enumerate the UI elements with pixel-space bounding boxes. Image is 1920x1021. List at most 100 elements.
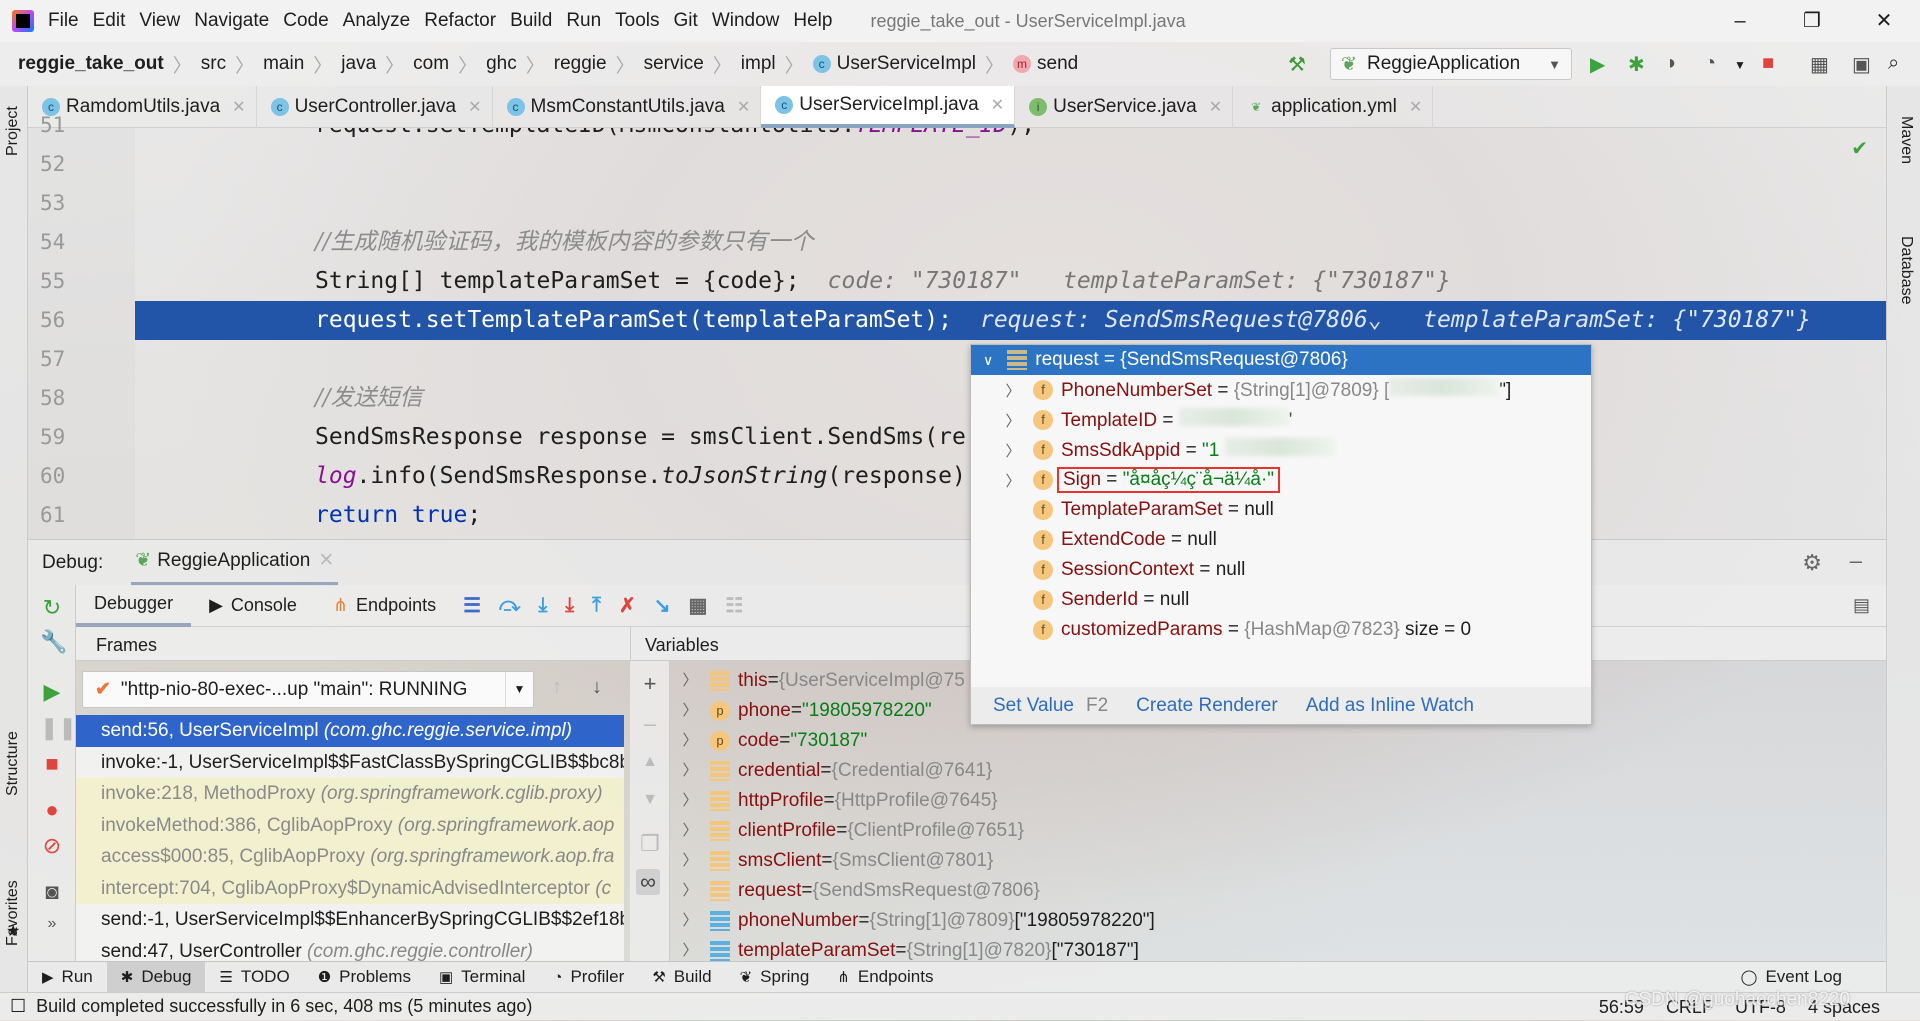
stack-frame[interactable]: send:47, UserController (com.ghc.reggie.… xyxy=(76,935,624,961)
maven-tool-button[interactable]: Maven xyxy=(1897,116,1915,164)
profiler-icon[interactable]: ◔ xyxy=(1704,52,1716,75)
project-structure-icon[interactable]: ▦ xyxy=(1810,52,1829,77)
add-inline-watch-link[interactable]: Add as Inline Watch xyxy=(1306,695,1474,717)
force-step-into-icon[interactable]: ⤓ xyxy=(565,594,574,617)
menu-refactor[interactable]: Refactor xyxy=(424,10,496,32)
popup-field-row[interactable]: 〉 f PhoneNumberSet = {String[1]@7809} ["] xyxy=(971,375,1591,405)
layout-icon[interactable]: ☰ xyxy=(463,593,481,618)
breadcrumb-item[interactable]: ghc xyxy=(486,53,517,75)
tool-window-todo[interactable]: ☰ TODO xyxy=(205,962,303,993)
popup-field-row[interactable]: 〉 f SmsSdkAppid = "1 xyxy=(971,435,1591,465)
move-up-icon[interactable]: ▲ xyxy=(638,753,662,771)
variable-row[interactable]: 〉 templateParamSet = {String[1]@7820} ["7… xyxy=(670,936,1886,961)
editor-tab[interactable]: c UserServiceImpl.java ✕ xyxy=(761,86,1016,128)
tool-window-profiler[interactable]: ◔ Profiler xyxy=(539,962,638,993)
menu-help[interactable]: Help xyxy=(793,10,832,32)
coverage-icon[interactable]: ◗ xyxy=(1666,52,1678,75)
variable-row[interactable]: 〉 request = {SendSmsRequest@7806} xyxy=(670,876,1886,906)
stack-frame[interactable]: invokeMethod:386, CglibAopProxy (org.spr… xyxy=(76,809,624,841)
evaluate-expression-icon[interactable]: ▦ xyxy=(689,593,708,618)
close-tab-icon[interactable]: ✕ xyxy=(1409,97,1422,117)
tool-window-terminal[interactable]: ▣ Terminal xyxy=(425,962,539,993)
breadcrumb-item[interactable]: reggie_take_out xyxy=(18,53,164,75)
restore-button[interactable]: ❐ xyxy=(1776,0,1848,42)
stop-icon[interactable]: ■ xyxy=(1762,52,1774,75)
structure-tool-button[interactable]: Structure xyxy=(4,731,22,796)
move-down-icon[interactable]: ▼ xyxy=(638,791,662,809)
menu-run[interactable]: Run xyxy=(566,10,601,32)
variable-row[interactable]: 〉 smsClient = {SmsClient@7801} xyxy=(670,846,1886,876)
breadcrumb-item[interactable]: impl xyxy=(741,53,776,75)
popup-field-row[interactable]: f SessionContext = null xyxy=(971,555,1591,585)
chevron-right-icon[interactable]: 〉 xyxy=(670,846,710,876)
stack-frame[interactable]: invoke:218, MethodProxy (org.springframe… xyxy=(76,778,624,810)
tab-console[interactable]: ▶ Console xyxy=(191,585,315,627)
breadcrumb-item[interactable]: src xyxy=(201,53,226,75)
menu-tools[interactable]: Tools xyxy=(615,10,659,32)
breadcrumb-item[interactable]: UserServiceImpl xyxy=(837,53,976,75)
chevron-right-icon[interactable]: 〉 xyxy=(1001,410,1025,431)
more-icon[interactable]: » xyxy=(40,915,64,933)
trace-icon[interactable]: ☷ xyxy=(725,593,743,618)
editor-tab[interactable]: c UserController.java ✕ xyxy=(257,86,493,128)
run-icon[interactable]: ▶ xyxy=(1590,52,1605,77)
run-config-select[interactable]: ❦ ReggieApplication ▼ xyxy=(1330,48,1572,80)
stop-icon[interactable]: ■ xyxy=(40,751,64,777)
breadcrumb-item[interactable]: main xyxy=(263,53,304,75)
menu-edit[interactable]: Edit xyxy=(93,10,126,32)
editor-tab[interactable]: ❦ application.yml ✕ xyxy=(1233,86,1434,128)
camera-icon[interactable]: ◙ xyxy=(40,879,64,905)
breadcrumb-item[interactable]: reggie xyxy=(554,53,607,75)
layout-settings-icon[interactable]: ▤ xyxy=(1853,595,1870,616)
popup-field-row[interactable]: f SenderId = null xyxy=(971,585,1591,615)
variable-row[interactable]: 〉 phoneNumber = {String[1]@7809} ["198059… xyxy=(670,906,1886,936)
minimize-panel-icon[interactable]: – xyxy=(1850,548,1862,574)
previous-frame-icon[interactable]: ↑ xyxy=(552,676,562,699)
chevron-right-icon[interactable]: 〉 xyxy=(670,876,710,906)
breadcrumb-item[interactable]: service xyxy=(644,53,704,75)
show-execution-point-icon[interactable]: ⤼ xyxy=(499,594,520,617)
menu-window[interactable]: Window xyxy=(712,10,780,32)
set-value-link[interactable]: Set Value xyxy=(993,695,1074,717)
show-watches-glasses-icon[interactable]: ∞ xyxy=(636,869,660,895)
menu-code[interactable]: Code xyxy=(283,10,328,32)
chevron-right-icon[interactable]: 〉 xyxy=(670,726,710,756)
variable-row[interactable]: 〉 credential = {Credential@7641} xyxy=(670,756,1886,786)
copy-icon[interactable]: ❐ xyxy=(638,831,662,857)
resume-icon[interactable]: ▶ xyxy=(40,679,64,705)
search-icon[interactable]: ⌕ xyxy=(1888,52,1899,75)
gear-icon[interactable]: ⚙ xyxy=(1802,550,1822,576)
popup-field-row[interactable]: f customizedParams = {HashMap@7823} size … xyxy=(971,615,1591,645)
project-tool-button[interactable]: Project xyxy=(4,106,22,156)
close-window-button[interactable]: ✕ xyxy=(1848,0,1920,42)
tool-window-spring[interactable]: ❦ Spring xyxy=(726,962,824,993)
editor-tab[interactable]: i UserService.java ✕ xyxy=(1015,86,1234,128)
chevron-right-icon[interactable]: 〉 xyxy=(670,906,710,936)
view-breakpoints-icon[interactable]: ● xyxy=(40,797,64,823)
stack-frame[interactable]: intercept:704, CglibAopProxy$DynamicAdvi… xyxy=(76,872,624,904)
popup-field-row[interactable]: 〉 f TemplateID = ' xyxy=(971,405,1591,435)
debug-bug-icon[interactable]: ✱ xyxy=(1628,52,1645,77)
chevron-right-icon[interactable]: 〉 xyxy=(1001,440,1025,461)
thread-select[interactable]: ✔ "http-nio-80-exec-...up "main": RUNNIN… xyxy=(82,671,534,708)
drop-frame-icon[interactable]: ✗ xyxy=(619,593,636,618)
tool-window-problems[interactable]: ❶ Problems xyxy=(304,962,425,993)
tool-window-build[interactable]: ⚒ Build xyxy=(638,962,725,993)
chevron-down-icon[interactable]: ∨ xyxy=(983,352,993,369)
run-to-cursor-icon[interactable]: ↘ xyxy=(654,593,671,618)
stack-frame[interactable]: invoke:-1, UserServiceImpl$$FastClassByS… xyxy=(76,746,624,778)
variable-row[interactable]: 〉 clientProfile = {ClientProfile@7651} xyxy=(670,816,1886,846)
next-frame-icon[interactable]: ↓ xyxy=(592,676,602,699)
step-out-icon[interactable]: ⤒ xyxy=(592,594,601,617)
chevron-right-icon[interactable]: 〉 xyxy=(670,936,710,961)
close-tab-icon[interactable]: ✕ xyxy=(468,97,481,117)
minimize-button[interactable]: – xyxy=(1704,0,1776,42)
event-log-button[interactable]: ◯ Event Log xyxy=(1727,962,1856,993)
chevron-right-icon[interactable]: 〉 xyxy=(1001,470,1025,491)
popup-field-row[interactable]: f TemplateParamSet = null xyxy=(971,495,1591,525)
status-panel-icon[interactable]: ☐ xyxy=(10,996,26,1017)
tool-window-run[interactable]: ▶ Run xyxy=(28,962,107,993)
tab-debugger[interactable]: Debugger xyxy=(76,585,192,627)
stack-frame[interactable]: access$000:85, CglibAopProxy (org.spring… xyxy=(76,841,624,873)
menu-git[interactable]: Git xyxy=(674,10,698,32)
